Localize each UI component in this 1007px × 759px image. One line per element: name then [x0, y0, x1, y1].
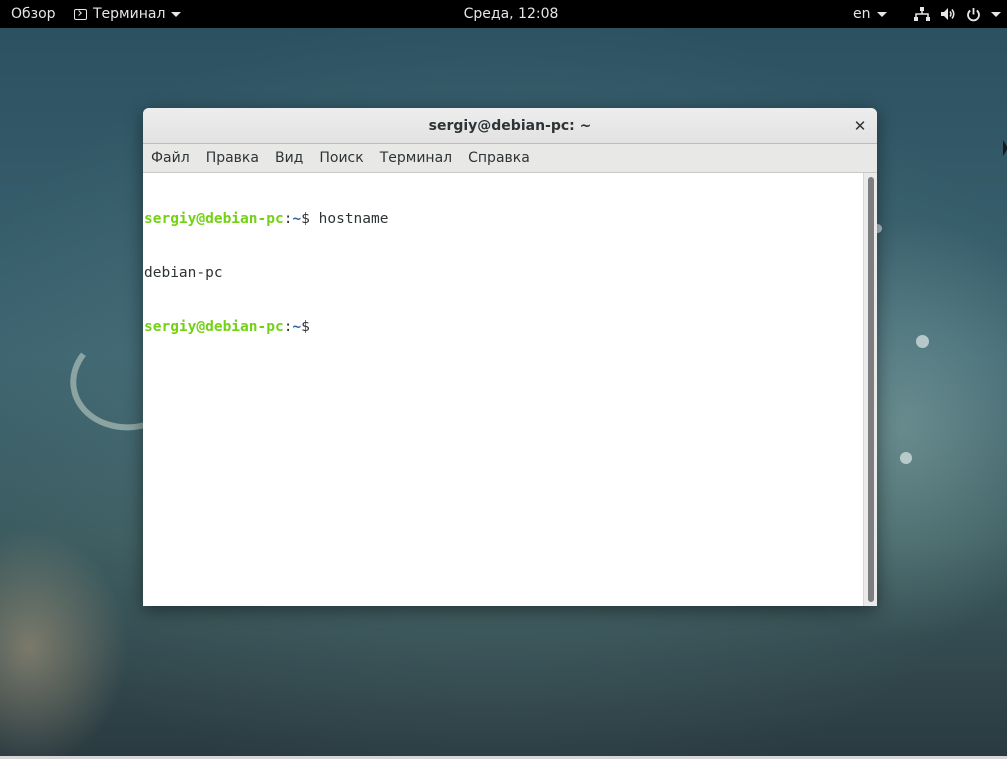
window-title: sergiy@debian-pc: ~ — [428, 118, 592, 134]
command-text: hostname — [318, 211, 389, 227]
volume-icon — [940, 7, 956, 21]
keyboard-layout-button[interactable]: en — [853, 0, 887, 28]
command-output: debian-pc — [144, 265, 223, 281]
terminal-line: sergiy@debian-pc:~$ — [143, 318, 863, 336]
wallpaper-dot — [900, 452, 912, 464]
power-icon — [966, 7, 981, 22]
wallpaper-dot — [916, 335, 929, 348]
prompt-dollar: $ — [301, 319, 310, 335]
chevron-down-icon — [876, 11, 887, 17]
terminal-window: sergiy@debian-pc: ~ ✕ Файл Правка Вид По… — [143, 108, 877, 606]
mouse-pointer-icon — [1003, 140, 1007, 156]
terminal-output[interactable]: sergiy@debian-pc:~$ hostname debian-pc s… — [143, 173, 863, 606]
terminal-line: debian-pc — [143, 264, 863, 282]
menu-view[interactable]: Вид — [267, 144, 311, 172]
top-bar: Обзор Терминал Среда, 12:08 en — [0, 0, 1007, 28]
close-button[interactable]: ✕ — [851, 117, 869, 135]
menu-search[interactable]: Поиск — [311, 144, 371, 172]
menu-edit[interactable]: Правка — [198, 144, 267, 172]
menu-help[interactable]: Справка — [460, 144, 538, 172]
keyboard-layout-label: en — [853, 6, 871, 22]
terminal-scrollbar[interactable] — [863, 173, 877, 606]
prompt-user-host: sergiy@debian-pc — [144, 211, 284, 227]
network-icon — [914, 7, 930, 21]
window-titlebar[interactable]: sergiy@debian-pc: ~ ✕ — [143, 108, 877, 144]
prompt-path: ~ — [292, 319, 302, 335]
terminal-line: sergiy@debian-pc:~$ hostname — [143, 210, 863, 228]
prompt-dollar: $ — [301, 211, 319, 227]
prompt-user-host: sergiy@debian-pc — [144, 319, 284, 335]
menu-bar: Файл Правка Вид Поиск Терминал Справка — [143, 144, 877, 173]
chevron-down-icon — [991, 11, 1001, 17]
menu-terminal[interactable]: Терминал — [372, 144, 460, 172]
scrollbar-thumb[interactable] — [868, 177, 874, 602]
menu-file[interactable]: Файл — [151, 144, 198, 172]
system-menu-button[interactable] — [914, 0, 1001, 28]
prompt-path: ~ — [292, 211, 302, 227]
